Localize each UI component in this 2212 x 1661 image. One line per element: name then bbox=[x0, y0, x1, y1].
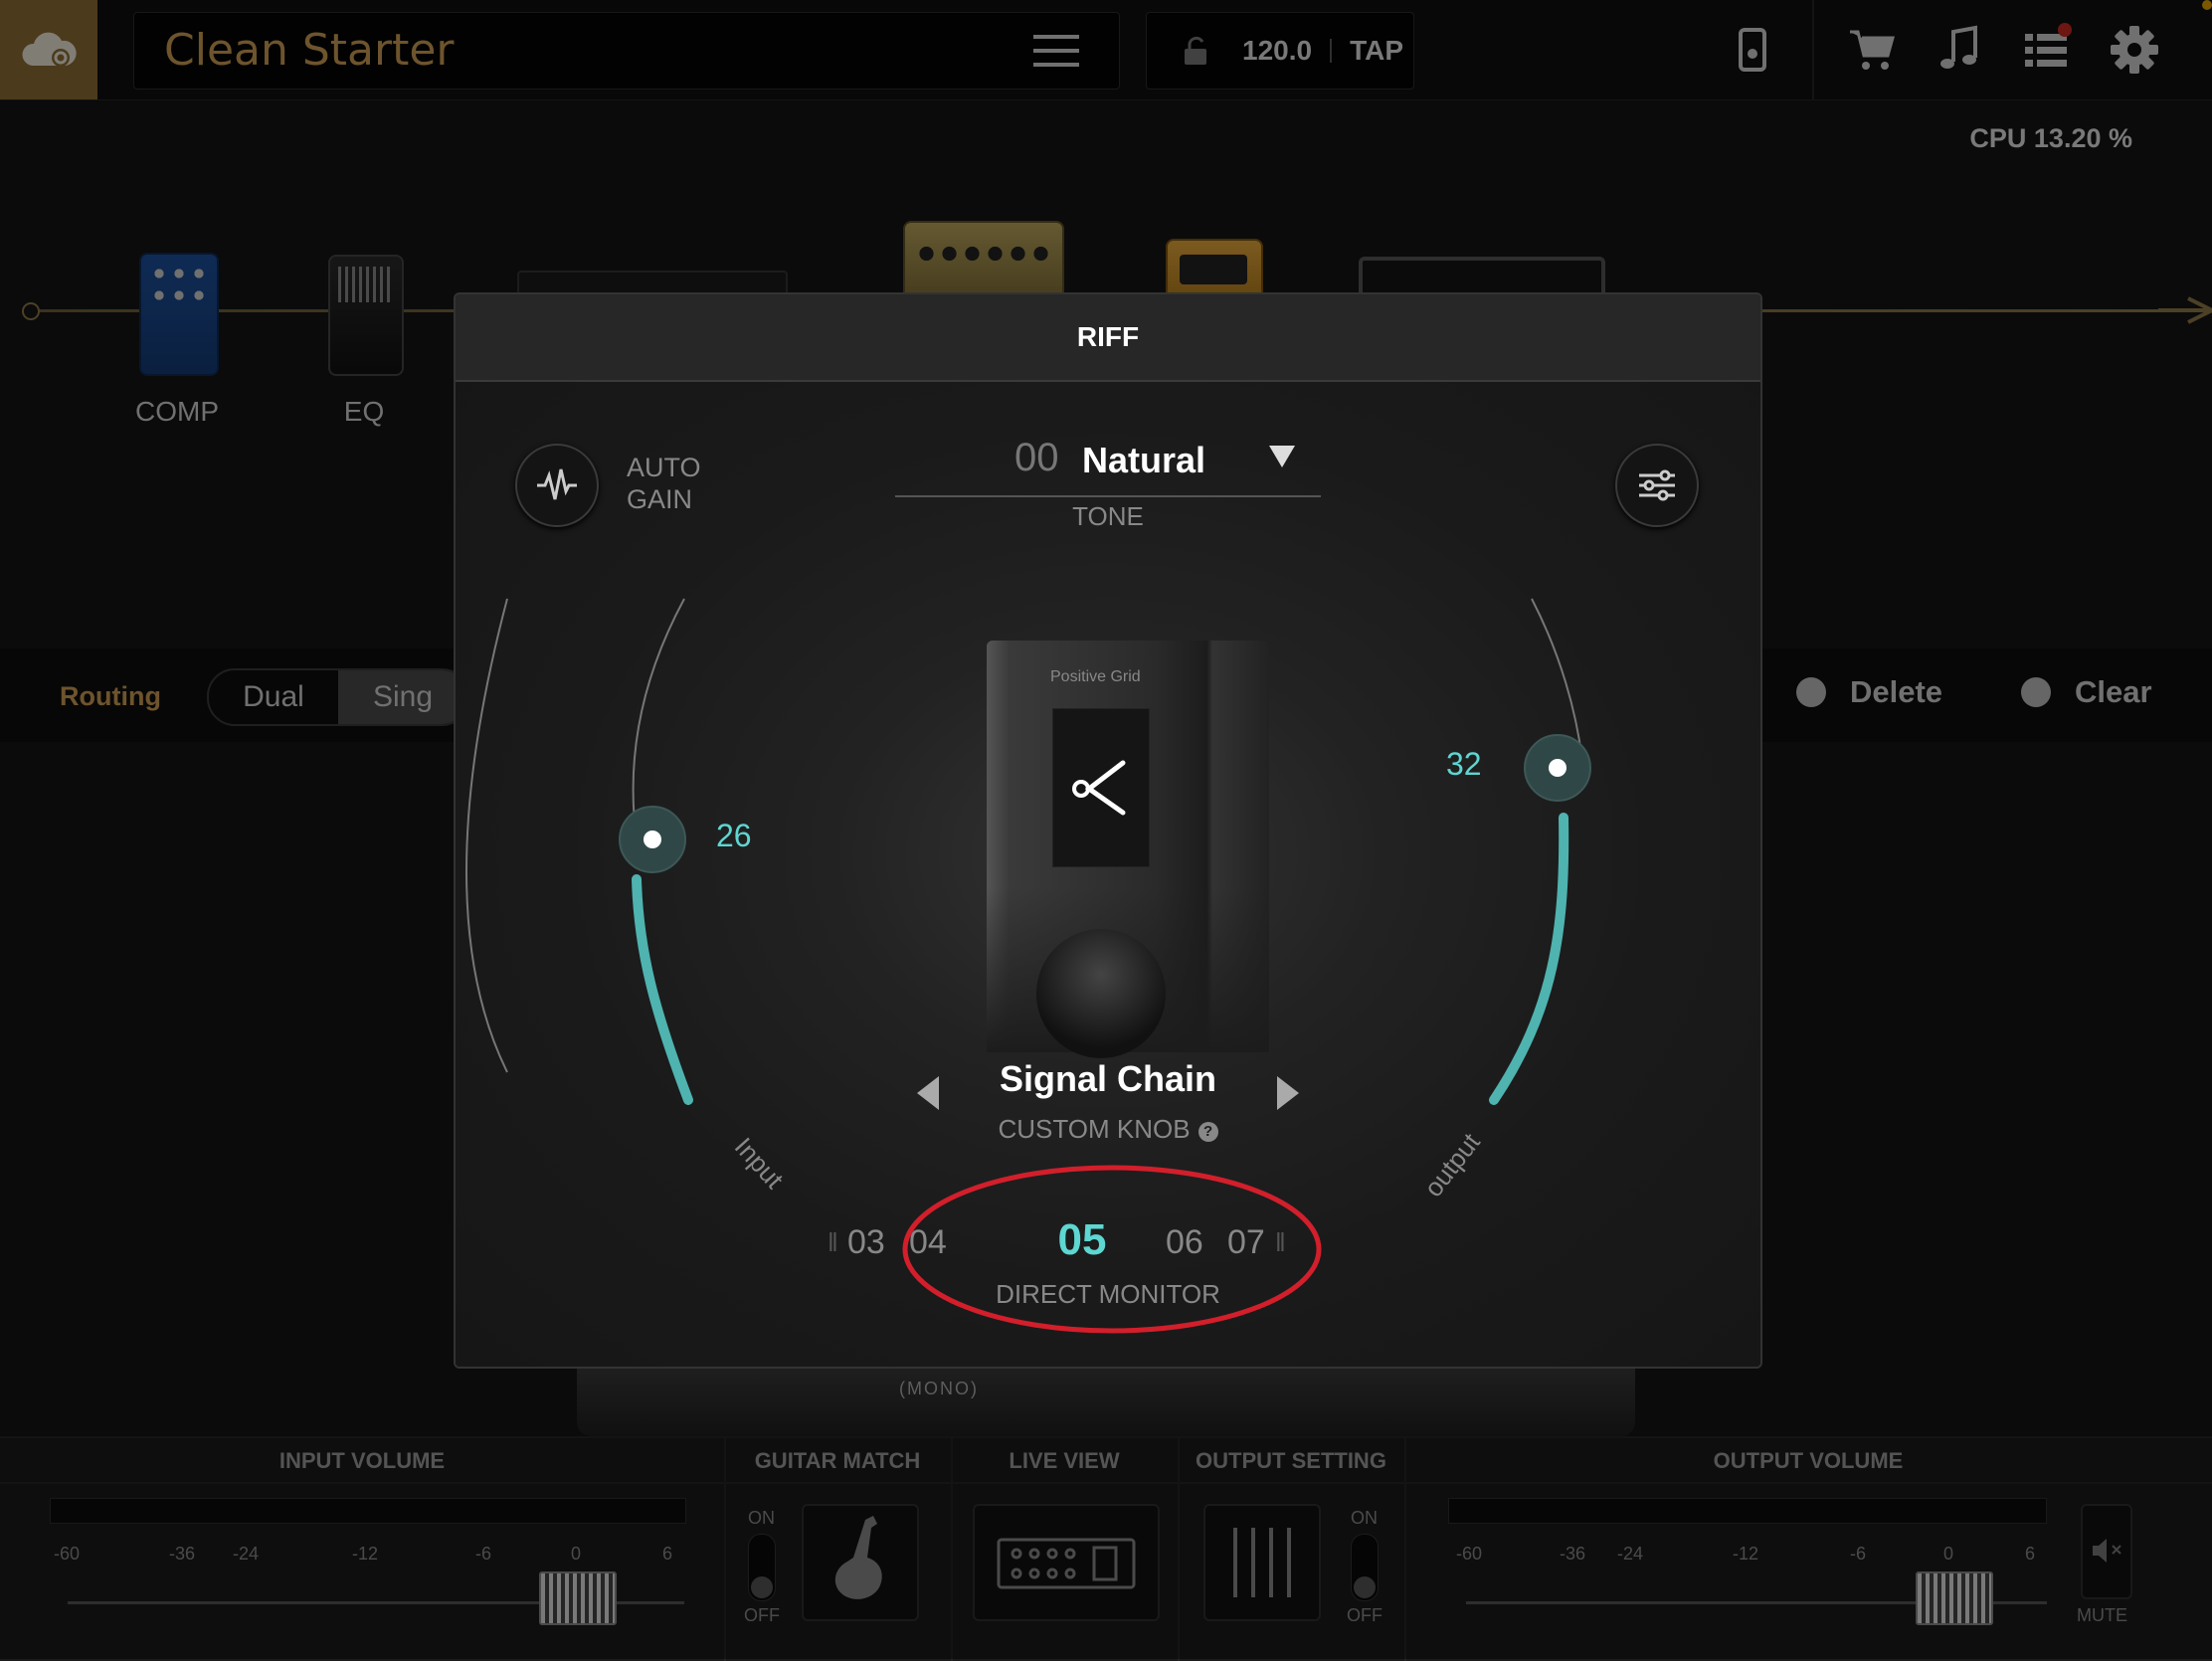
custom-knob-label: CUSTOM KNOB? bbox=[810, 1114, 1406, 1145]
direct-monitor-option[interactable]: 06 bbox=[1166, 1223, 1203, 1262]
custom-knob-label-text: CUSTOM KNOB bbox=[998, 1114, 1191, 1144]
input-arc-track bbox=[632, 598, 685, 840]
device-knob bbox=[1036, 929, 1166, 1058]
device-brand: Positive Grid bbox=[1050, 668, 1141, 685]
input-arc-fill bbox=[632, 874, 693, 1105]
handle-dot bbox=[644, 830, 661, 848]
dm-partial-prev: ‖ bbox=[828, 1227, 838, 1257]
direct-monitor-option[interactable]: 03 bbox=[847, 1223, 885, 1262]
signal-chain-icon bbox=[1072, 760, 1126, 816]
riff-device-graphic: Positive Grid bbox=[987, 641, 1269, 1058]
input-gain-value: 26 bbox=[716, 818, 752, 853]
help-icon[interactable]: ? bbox=[1198, 1122, 1218, 1142]
handle-dot bbox=[1549, 759, 1567, 777]
input-gain-handle[interactable] bbox=[619, 806, 686, 873]
output-gain-value: 32 bbox=[1446, 746, 1482, 782]
direct-monitor-option[interactable]: 07 bbox=[1227, 1223, 1265, 1262]
direct-monitor-label: DIRECT MONITOR bbox=[996, 1279, 1220, 1309]
device-screen bbox=[1052, 708, 1150, 867]
output-arc-fill bbox=[1489, 813, 1569, 1105]
dm-partial-next: ‖ bbox=[1275, 1227, 1286, 1257]
direct-monitor-option[interactable]: 04 bbox=[909, 1223, 947, 1262]
custom-knob-name: Signal Chain bbox=[999, 1058, 1217, 1099]
output-gain-handle[interactable] bbox=[1524, 734, 1591, 802]
riff-dialog: RIFF AUTO GAIN 00 Natural TONE 26 Input … bbox=[454, 292, 1762, 1369]
direct-monitor-current[interactable]: 05 bbox=[983, 1215, 1182, 1265]
